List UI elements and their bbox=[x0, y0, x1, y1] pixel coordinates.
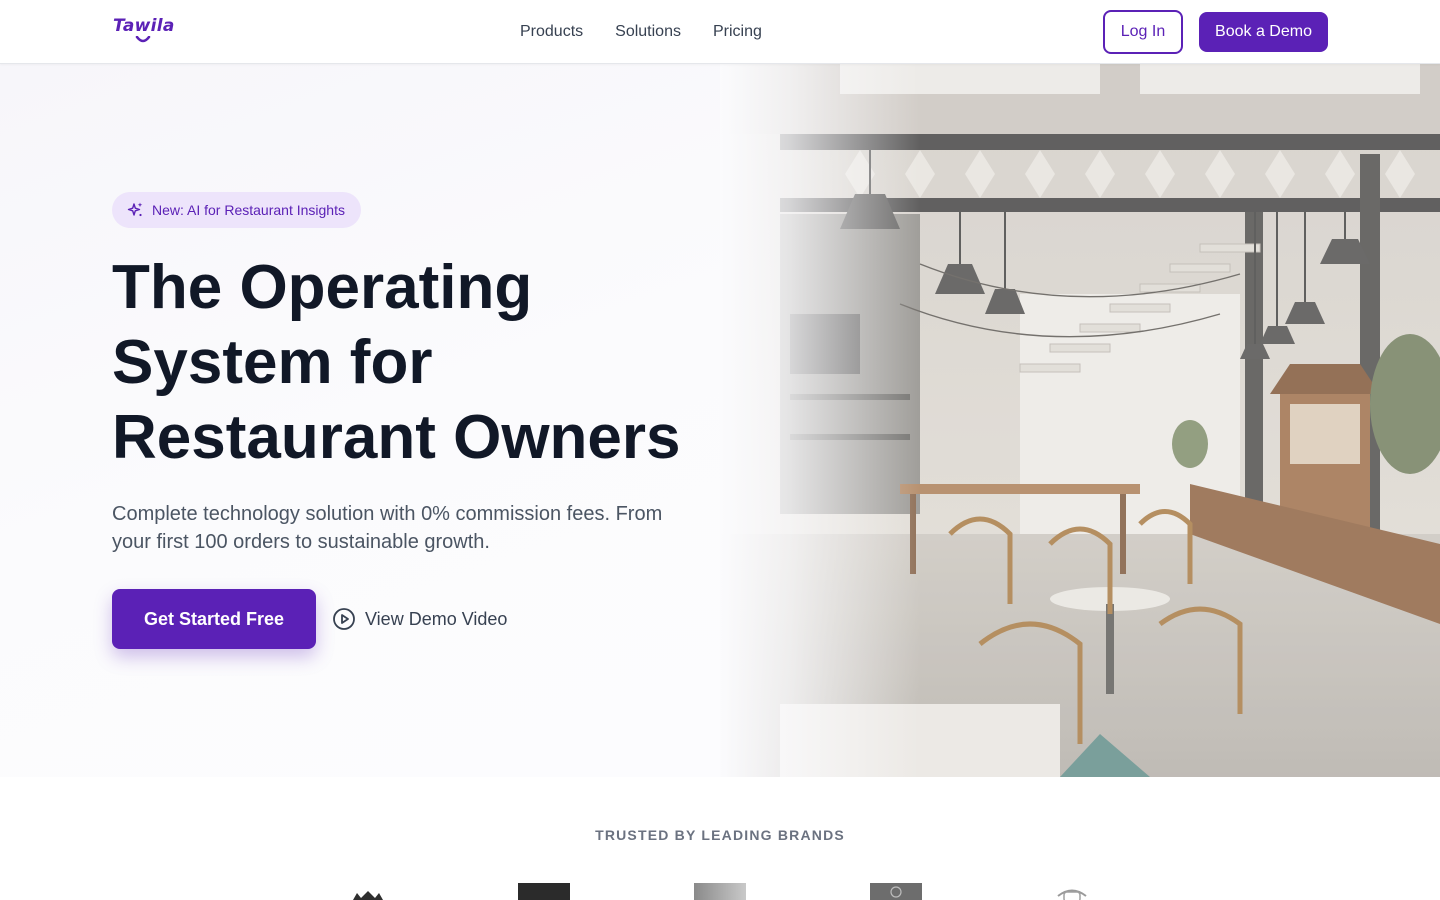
new-feature-badge[interactable]: New: AI for Restaurant Insights bbox=[112, 192, 361, 228]
nav-products[interactable]: Products bbox=[520, 21, 583, 43]
nav-solutions[interactable]: Solutions bbox=[615, 21, 681, 43]
view-demo-video-button[interactable]: View Demo Video bbox=[332, 605, 507, 633]
badge-label: New: AI for Restaurant Insights bbox=[152, 202, 345, 218]
hero-section: New: AI for Restaurant Insights The Oper… bbox=[0, 64, 1440, 777]
emblem-logo bbox=[1057, 889, 1087, 900]
gradient-logo bbox=[694, 883, 746, 900]
main-nav: Products Solutions Pricing bbox=[520, 21, 762, 43]
view-demo-video-label: View Demo Video bbox=[365, 608, 508, 629]
logo-wordmark: Tawila bbox=[113, 16, 175, 36]
get-started-button[interactable]: Get Started Free bbox=[112, 589, 316, 649]
badge-logo bbox=[870, 883, 922, 900]
crown-logo bbox=[353, 891, 383, 900]
sparkles-icon bbox=[127, 202, 143, 217]
nav-pricing[interactable]: Pricing bbox=[713, 21, 762, 43]
trusted-title: TRUSTED BY LEADING BRANDS bbox=[595, 827, 845, 843]
dark-square-logo bbox=[518, 883, 570, 900]
smile-icon bbox=[135, 36, 151, 43]
play-circle-icon bbox=[333, 608, 355, 630]
site-header: Tawila Products Solutions Pricing Log In… bbox=[0, 0, 1440, 64]
tawila-logo[interactable]: Tawila bbox=[113, 16, 175, 50]
login-button[interactable]: Log In bbox=[1103, 10, 1183, 54]
trusted-brands-section: TRUSTED BY LEADING BRANDS bbox=[0, 777, 1440, 900]
book-demo-button[interactable]: Book a Demo bbox=[1199, 12, 1328, 52]
image-fade-overlay bbox=[720, 64, 920, 777]
hero-subtitle: Complete technology solution with 0% com… bbox=[112, 503, 663, 553]
hero-title: The Operating System for Restaurant Owne… bbox=[112, 253, 681, 472]
